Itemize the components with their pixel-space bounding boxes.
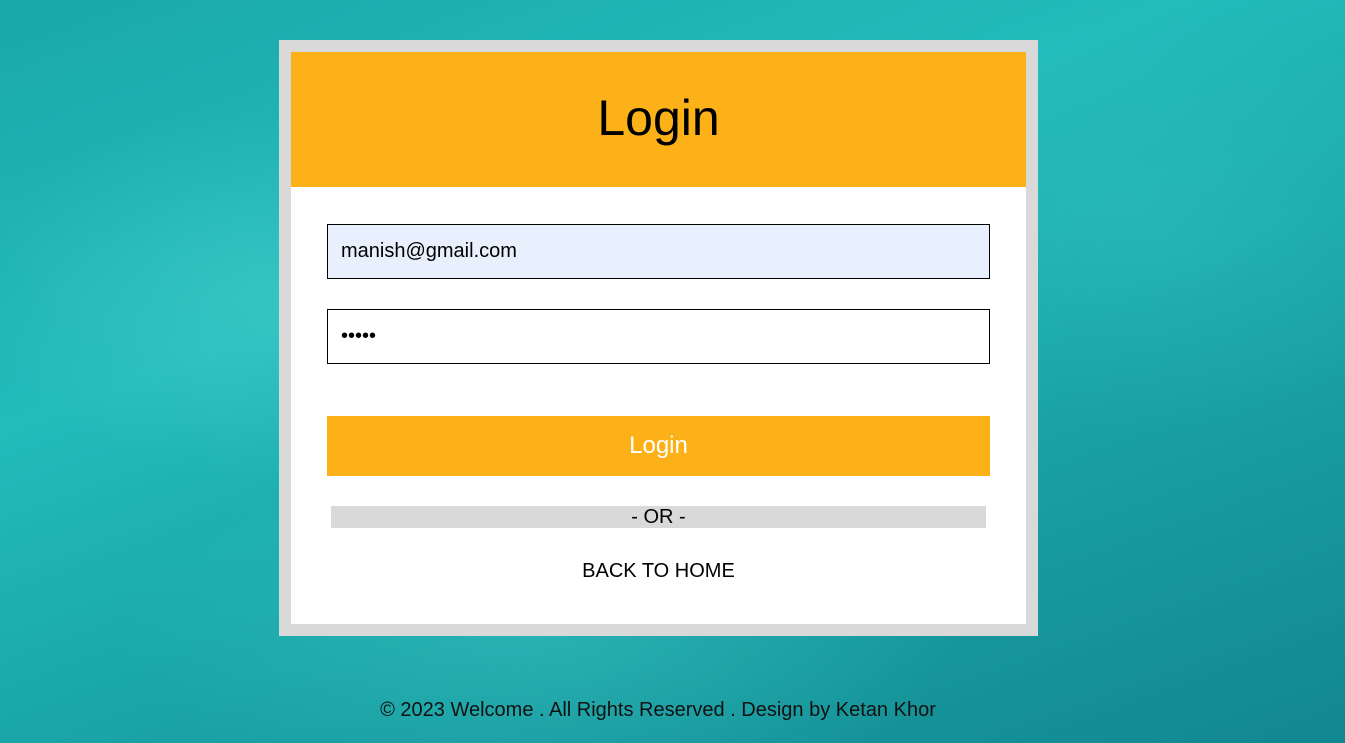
back-to-home-row: BACK TO HOME bbox=[291, 559, 1026, 583]
or-divider: - OR - bbox=[331, 506, 986, 528]
login-button[interactable]: Login bbox=[327, 416, 990, 476]
password-field[interactable] bbox=[327, 309, 990, 364]
login-title: Login bbox=[597, 89, 720, 146]
login-card-frame: Login Login - OR - BACK TO HOME bbox=[279, 40, 1038, 636]
login-card: Login Login - OR - BACK TO HOME bbox=[291, 52, 1026, 624]
back-to-home-link[interactable]: BACK TO HOME bbox=[582, 560, 735, 582]
login-header: Login bbox=[291, 52, 1026, 187]
email-field[interactable] bbox=[327, 224, 990, 279]
footer-copyright: © 2023 Welcome . All Rights Reserved . D… bbox=[380, 699, 936, 721]
